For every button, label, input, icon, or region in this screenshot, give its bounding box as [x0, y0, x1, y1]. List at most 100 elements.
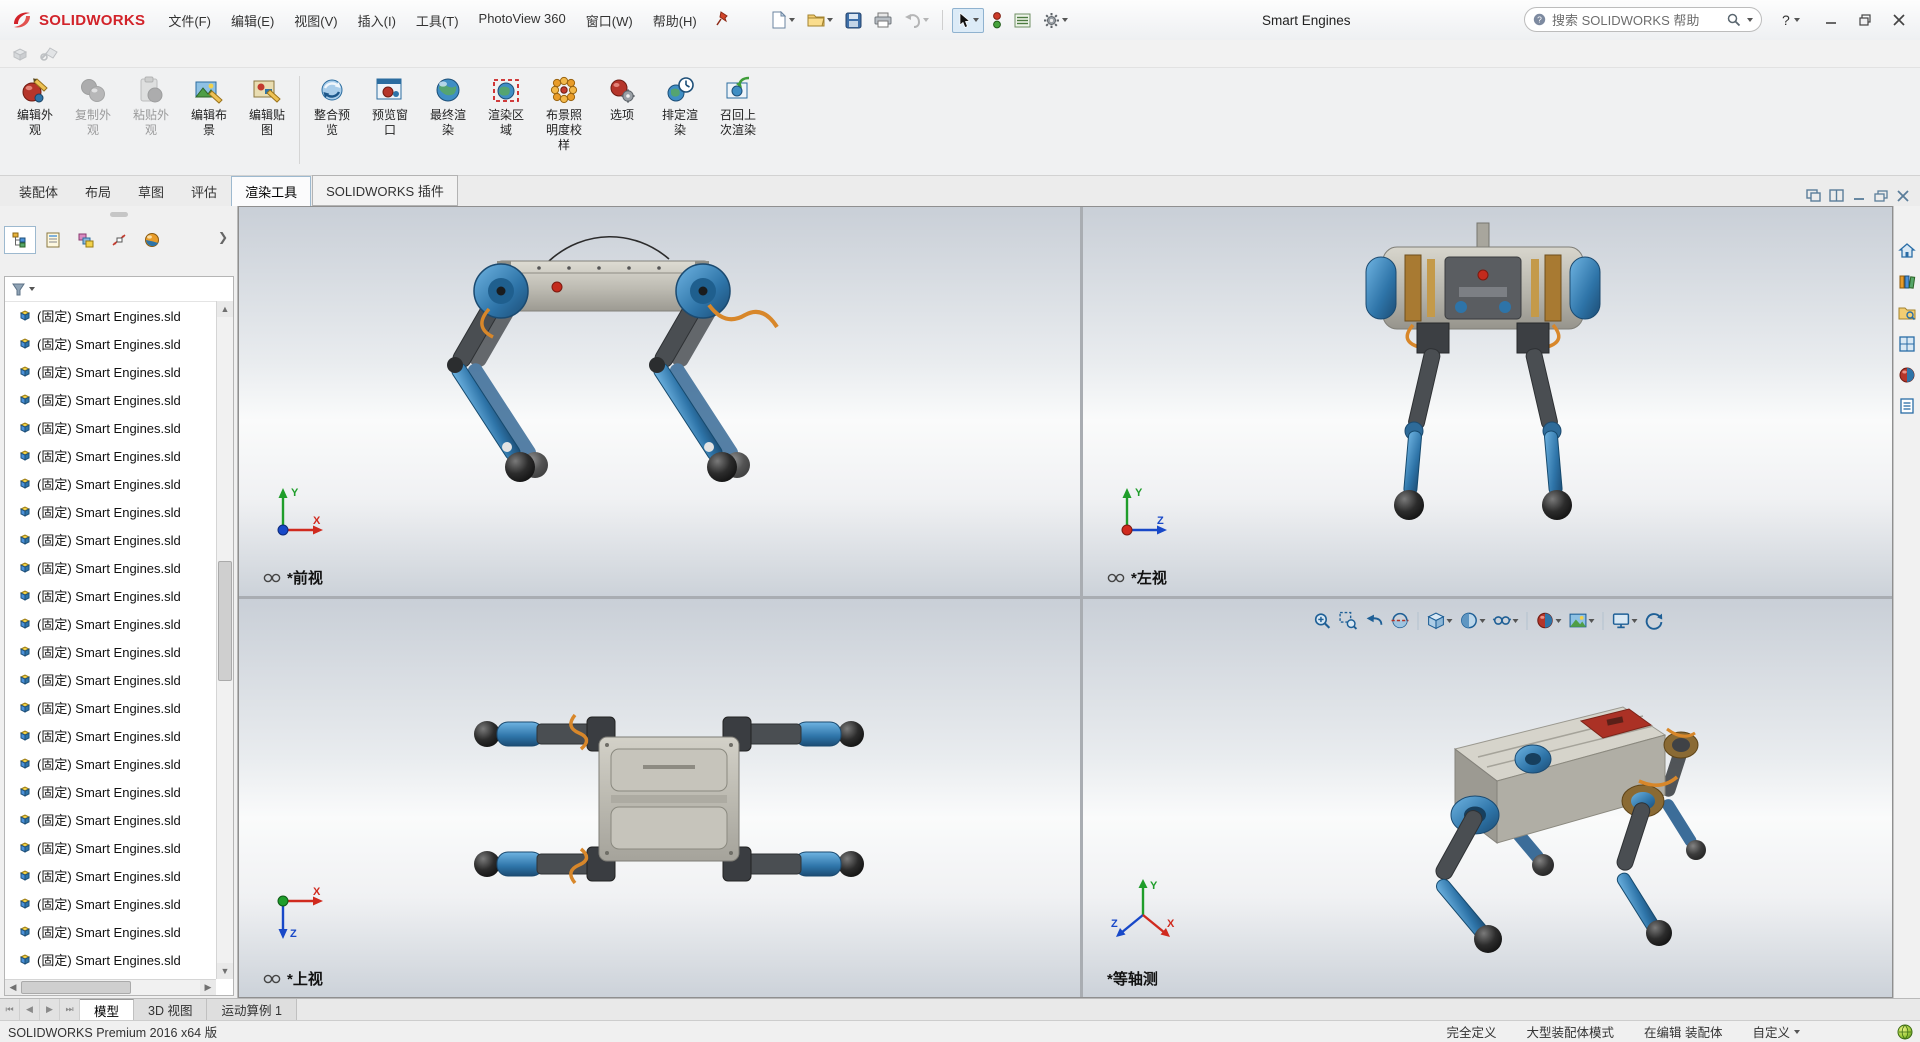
viewport-front[interactable]: Y X *前视 [239, 207, 1080, 596]
tab-layout[interactable]: 布局 [72, 177, 124, 206]
configurationmanager-tab[interactable] [70, 226, 102, 254]
dropdown-caret[interactable] [827, 18, 833, 22]
menu-photoview360[interactable]: PhotoView 360 [470, 7, 575, 34]
edit-scene-button[interactable]: 编辑布景 [180, 68, 238, 138]
file-explorer-icon[interactable] [1898, 304, 1916, 322]
recall-last-render-button[interactable]: 召回上次渲染 [709, 68, 767, 138]
tab-solidworks-addins[interactable]: SOLIDWORKS 插件 [312, 175, 458, 206]
paste-appearance-button[interactable]: 粘贴外观 [122, 68, 180, 138]
dropdown-caret[interactable] [923, 18, 929, 22]
tree-item[interactable]: (固定) Smart Engines.sld [5, 385, 216, 413]
featuremanager-tree-tab[interactable] [4, 226, 36, 254]
mate-tool-icon[interactable] [40, 45, 60, 63]
integrated-preview-button[interactable]: 整合预览 [303, 68, 361, 138]
custom-properties-icon[interactable] [1898, 397, 1916, 415]
tab-3d-views[interactable]: 3D 视图 [134, 999, 207, 1020]
edit-decal-button[interactable]: 编辑贴图 [238, 68, 296, 138]
dropdown-caret[interactable] [1794, 1030, 1800, 1034]
robot-model-top-view[interactable] [239, 599, 1080, 997]
help-caret[interactable] [1794, 18, 1800, 22]
viewport-horizontal-splitter[interactable] [239, 596, 1892, 599]
view-settings-icon[interactable] [1609, 609, 1639, 632]
tree-item[interactable]: (固定) Smart Engines.sld [5, 497, 216, 525]
tree-item[interactable]: (固定) Smart Engines.sld [5, 581, 216, 609]
tree-item[interactable]: (固定) Smart Engines.sld [5, 301, 216, 329]
robot-model-front-view[interactable] [239, 207, 1080, 596]
dropdown-caret[interactable] [973, 18, 979, 22]
pin-icon[interactable] [716, 11, 730, 30]
final-render-button[interactable]: 最终渲染 [419, 68, 477, 138]
viewport-vertical-splitter[interactable] [1080, 207, 1083, 997]
tree-item[interactable]: (固定) Smart Engines.sld [5, 413, 216, 441]
tree-item[interactable]: (固定) Smart Engines.sld [5, 553, 216, 581]
edit-appearance-icon[interactable] [1533, 609, 1563, 632]
view-palette-icon[interactable] [1898, 335, 1916, 353]
appearances-icon[interactable] [1898, 366, 1916, 384]
status-custom-dropdown[interactable]: 自定义 [1752, 1022, 1800, 1041]
propertymanager-tab[interactable] [37, 226, 69, 254]
menu-tools[interactable]: 工具(T) [407, 7, 468, 34]
undo-button[interactable] [900, 10, 933, 31]
menu-view[interactable]: 视图(V) [285, 7, 346, 34]
print-button[interactable] [870, 9, 896, 31]
tab-nav-last[interactable]: ⏭ [60, 999, 80, 1020]
tree-item[interactable]: (固定) Smart Engines.sld [5, 945, 216, 973]
web-help-globe-icon[interactable] [1897, 1024, 1913, 1040]
tree-horizontal-scrollbar[interactable]: ◀ ▶ [5, 979, 216, 995]
scroll-up-arrow[interactable]: ▲ [217, 301, 233, 317]
scene-illumination-proof-button[interactable]: 布景照明度校样 [535, 68, 593, 153]
restore-document-icon[interactable] [1874, 190, 1888, 202]
design-library-icon[interactable] [1898, 273, 1916, 291]
dropdown-caret[interactable] [1062, 18, 1068, 22]
filter-funnel-icon[interactable] [11, 282, 26, 297]
new-window-icon[interactable] [1806, 189, 1821, 202]
search-icon[interactable] [1727, 13, 1741, 27]
assembly-tool-icon[interactable] [10, 45, 30, 63]
viewport-left[interactable]: Y Z *左视 [1083, 207, 1892, 596]
tree-item[interactable]: (固定) Smart Engines.sld [5, 525, 216, 553]
tree-item[interactable]: (固定) Smart Engines.sld [5, 861, 216, 889]
schedule-render-button[interactable]: 排定渲染 [651, 68, 709, 138]
tree-item[interactable]: (固定) Smart Engines.sld [5, 357, 216, 385]
tree-item[interactable]: (固定) Smart Engines.sld [5, 889, 216, 917]
help-button[interactable]: ? [1782, 12, 1790, 28]
tab-nav-next[interactable]: ▶ [40, 999, 60, 1020]
zoom-area-icon[interactable] [1336, 609, 1359, 632]
render-region-button[interactable]: 渲染区域 [477, 68, 535, 138]
tile-windows-icon[interactable] [1829, 189, 1844, 202]
zoom-fit-icon[interactable] [1310, 609, 1333, 632]
list-view-button[interactable] [1010, 10, 1035, 31]
viewport-isometric[interactable]: Y Z X *等轴测 [1083, 599, 1892, 997]
tree-item[interactable]: (固定) Smart Engines.sld [5, 693, 216, 721]
menu-insert[interactable]: 插入(I) [349, 7, 405, 34]
options-button[interactable]: 选项 [593, 68, 651, 123]
view-orientation-icon[interactable] [1424, 609, 1454, 632]
dropdown-caret[interactable] [1588, 619, 1594, 623]
tree-item[interactable]: (固定) Smart Engines.sld [5, 637, 216, 665]
filter-caret[interactable] [29, 287, 35, 291]
tree-item[interactable]: (固定) Smart Engines.sld [5, 917, 216, 945]
vertical-scroll-thumb[interactable] [218, 561, 232, 681]
tree-item[interactable]: (固定) Smart Engines.sld [5, 777, 216, 805]
tree-item[interactable]: (固定) Smart Engines.sld [5, 609, 216, 637]
maximize-button[interactable] [1848, 5, 1882, 35]
apply-scene-icon[interactable] [1566, 609, 1596, 632]
copy-appearance-button[interactable]: 复制外观 [64, 68, 122, 138]
horizontal-scroll-thumb[interactable] [21, 981, 131, 994]
tab-sketch[interactable]: 草图 [125, 177, 177, 206]
tree-item[interactable]: (固定) Smart Engines.sld [5, 469, 216, 497]
tab-evaluate[interactable]: 评估 [178, 177, 230, 206]
new-document-button[interactable] [766, 8, 799, 32]
tree-item[interactable]: (固定) Smart Engines.sld [5, 833, 216, 861]
previous-view-icon[interactable] [1362, 609, 1385, 632]
panel-splitter-handle[interactable] [0, 212, 238, 217]
scroll-left-arrow[interactable]: ◀ [5, 980, 21, 995]
tab-nav-prev[interactable]: ◀ [20, 999, 40, 1020]
rotate-view-icon[interactable] [1642, 609, 1665, 632]
tree-item[interactable]: (固定) Smart Engines.sld [5, 805, 216, 833]
menu-file[interactable]: 文件(F) [159, 7, 220, 34]
select-cursor-button[interactable] [952, 8, 984, 33]
tree-item[interactable]: (固定) Smart Engines.sld [5, 329, 216, 357]
preview-window-button[interactable]: 预览窗口 [361, 68, 419, 138]
minimize-button[interactable] [1814, 5, 1848, 35]
